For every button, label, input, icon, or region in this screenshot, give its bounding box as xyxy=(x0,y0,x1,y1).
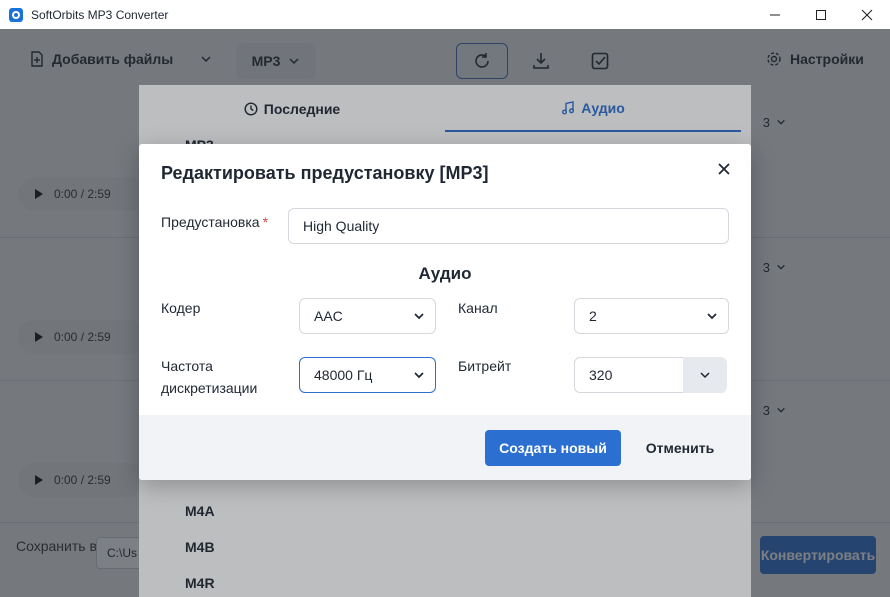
codec-select[interactable]: AAC xyxy=(299,298,436,334)
channel-select[interactable]: 2 xyxy=(574,298,729,334)
preset-label: Предустановка * xyxy=(161,211,268,233)
chevron-down-icon xyxy=(707,313,717,320)
dialog-footer: Создать новый Отменить xyxy=(139,415,751,480)
samplerate-select[interactable]: 48000 Гц xyxy=(299,357,436,393)
channel-value: 2 xyxy=(589,308,597,324)
preset-name-input[interactable]: High Quality xyxy=(288,208,729,244)
bitrate-label: Битрейт xyxy=(458,358,512,374)
preset-label-text: Предустановка xyxy=(161,214,260,230)
bitrate-input[interactable]: 320 xyxy=(574,357,684,393)
minimize-icon[interactable] xyxy=(752,0,798,29)
window-controls xyxy=(752,0,890,29)
dialog-title: Редактировать предустановку [MP3] xyxy=(161,163,489,183)
close-icon[interactable] xyxy=(844,0,890,29)
title-bar: SoftOrbits MP3 Converter xyxy=(0,0,890,29)
audio-section-heading: Аудио xyxy=(418,264,472,283)
close-icon[interactable] xyxy=(713,158,735,180)
app-logo-icon xyxy=(9,7,23,22)
required-mark: * xyxy=(262,214,269,230)
codec-value: AAC xyxy=(314,308,343,324)
samplerate-value: 48000 Гц xyxy=(314,367,373,383)
chevron-down-icon xyxy=(700,372,710,379)
bitrate-dropdown-button[interactable] xyxy=(683,357,727,393)
samplerate-label: Частота дискретизации xyxy=(161,358,258,396)
chevron-down-icon xyxy=(414,313,424,320)
chevron-down-icon xyxy=(414,372,424,379)
edit-preset-dialog: Редактировать предустановку [MP3] Предус… xyxy=(139,144,751,480)
maximize-icon[interactable] xyxy=(798,0,844,29)
window-title: SoftOrbits MP3 Converter xyxy=(31,7,169,22)
channel-label: Канал xyxy=(458,300,498,316)
cancel-button[interactable]: Отменить xyxy=(633,430,727,466)
codec-label: Кодер xyxy=(161,300,201,316)
create-new-button[interactable]: Создать новый xyxy=(485,430,621,466)
